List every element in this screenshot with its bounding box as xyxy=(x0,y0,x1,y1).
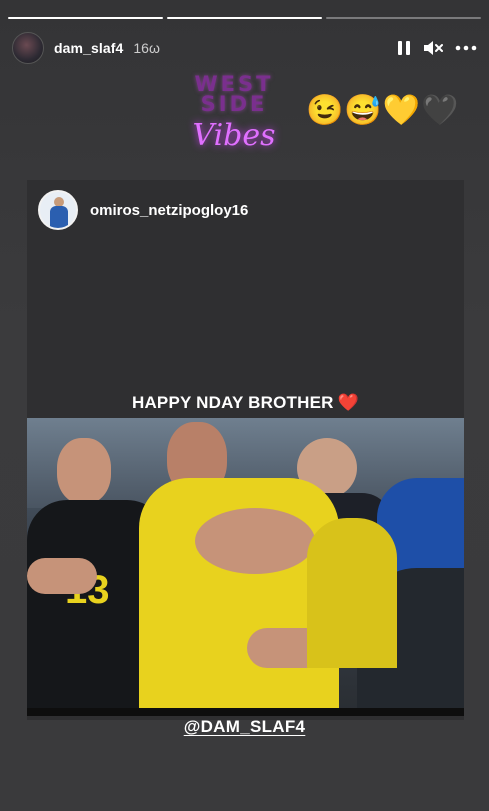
right-player-jersey xyxy=(307,518,397,668)
mute-icon[interactable] xyxy=(423,40,443,56)
sticker-line-2: SIDE xyxy=(200,92,268,116)
story-view: dam_slaf4 16ω WEST SIDE Vibes 😉😅💛🖤 omiro… xyxy=(0,0,489,811)
post-username[interactable]: omiros_netzipogloy16 xyxy=(90,202,248,219)
west-side-vibes-sticker[interactable]: WEST SIDE Vibes xyxy=(180,74,288,166)
photo-footer-bar xyxy=(27,708,464,716)
progress-segment-2 xyxy=(167,17,322,19)
story-timestamp: 16ω xyxy=(133,40,160,56)
post-photo: 13 xyxy=(27,418,464,710)
heart-icon: ❤️ xyxy=(337,393,360,412)
mention-sticker[interactable]: @DAM_SLAF4 xyxy=(0,717,489,737)
mention-text[interactable]: @DAM_SLAF4 xyxy=(184,717,306,736)
story-controls xyxy=(397,40,477,56)
sticker-script: Vibes xyxy=(192,118,276,153)
emoji-sticker[interactable]: 😉😅💛🖤 xyxy=(306,92,459,130)
progress-fill-2 xyxy=(167,17,322,19)
left-player-head xyxy=(57,438,111,504)
progress-segment-3 xyxy=(326,17,481,19)
avatar[interactable] xyxy=(12,32,44,64)
story-username[interactable]: dam_slaf4 xyxy=(54,40,123,56)
progress-segment-1 xyxy=(8,17,163,19)
story-header: dam_slaf4 16ω xyxy=(12,32,477,64)
story-progress xyxy=(8,17,481,19)
left-player-hands xyxy=(27,558,97,594)
progress-fill-1 xyxy=(8,17,163,19)
more-icon[interactable] xyxy=(455,45,477,51)
reshared-post-card[interactable]: omiros_netzipogloy16 HAPPY NDAY BROTHER ❤… xyxy=(27,180,464,720)
post-caption: HAPPY NDAY BROTHER ❤️ xyxy=(27,393,464,413)
pause-icon[interactable] xyxy=(397,40,411,56)
post-header[interactable]: omiros_netzipogloy16 xyxy=(38,190,248,230)
post-avatar[interactable] xyxy=(38,190,78,230)
embracing-arms xyxy=(195,508,315,574)
caption-text: HAPPY NDAY BROTHER xyxy=(131,393,334,412)
sticker-line-1: WEST xyxy=(194,72,274,96)
